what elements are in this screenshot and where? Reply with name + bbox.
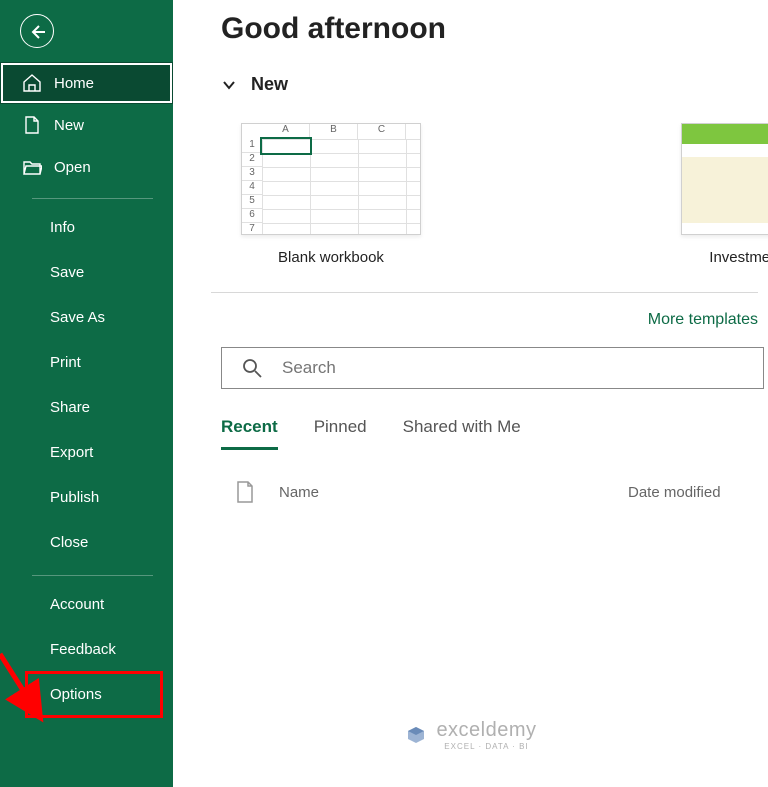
search-icon <box>242 358 262 378</box>
sidebar-item-label: Home <box>54 75 94 92</box>
tab-shared-with-me[interactable]: Shared with Me <box>403 417 521 450</box>
file-tabs: Recent Pinned Shared with Me <box>221 417 768 450</box>
home-icon <box>22 73 42 93</box>
sidebar-item-close[interactable]: Close <box>0 520 173 565</box>
watermark: exceldemy EXCEL · DATA · BI <box>173 719 768 751</box>
template-label: Investment tracker <box>709 249 768 266</box>
new-section-title: New <box>251 74 288 95</box>
chevron-down-icon <box>221 77 237 93</box>
template-gallery: A B C 1 2 3 4 5 6 7 Blank workbook <box>241 123 768 266</box>
template-thumbnail: A B C 1 2 3 4 5 6 7 <box>241 123 421 235</box>
document-icon <box>235 480 255 504</box>
new-section-header[interactable]: New <box>221 74 768 95</box>
sidebar-item-new[interactable]: New <box>0 104 173 146</box>
sidebar-item-save-as[interactable]: Save As <box>0 295 173 340</box>
sidebar-divider <box>32 198 153 199</box>
greeting-title: Good afternoon <box>221 12 768 46</box>
template-investment-tracker[interactable]: Investment tracker <box>681 123 768 266</box>
backstage-sidebar: Home New Open Info Save Save As Print Sh… <box>0 0 173 787</box>
sidebar-item-label: New <box>54 117 84 134</box>
folder-icon <box>22 157 42 177</box>
back-button[interactable] <box>20 14 54 48</box>
column-name[interactable]: Name <box>279 484 628 501</box>
tab-recent[interactable]: Recent <box>221 417 278 450</box>
template-label: Blank workbook <box>278 249 384 266</box>
sidebar-item-info[interactable]: Info <box>0 205 173 250</box>
sidebar-item-feedback[interactable]: Feedback <box>0 627 173 672</box>
column-date-modified[interactable]: Date modified <box>628 484 768 501</box>
sidebar-divider <box>32 575 153 576</box>
sidebar-item-print[interactable]: Print <box>0 340 173 385</box>
sidebar-item-export[interactable]: Export <box>0 430 173 475</box>
back-arrow-icon <box>28 22 46 40</box>
sidebar-item-open[interactable]: Open <box>0 146 173 188</box>
search-input[interactable] <box>282 358 763 378</box>
sidebar-item-options[interactable]: Options <box>26 672 162 717</box>
sidebar-item-label: Open <box>54 159 91 176</box>
sidebar-item-save[interactable]: Save <box>0 250 173 295</box>
tab-pinned[interactable]: Pinned <box>314 417 367 450</box>
sidebar-item-home[interactable]: Home <box>0 62 173 104</box>
sidebar-item-publish[interactable]: Publish <box>0 475 173 520</box>
template-blank-workbook[interactable]: A B C 1 2 3 4 5 6 7 Blank workbook <box>241 123 421 266</box>
section-divider <box>211 292 758 293</box>
sidebar-item-account[interactable]: Account <box>0 582 173 627</box>
file-list-header: Name Date modified <box>221 480 768 504</box>
sidebar-item-share[interactable]: Share <box>0 385 173 430</box>
main-content: Good afternoon New A B C 1 2 3 4 5 <box>173 0 768 787</box>
file-icon <box>22 115 42 135</box>
more-templates-link[interactable]: More templates <box>221 311 768 329</box>
template-thumbnail <box>681 123 768 235</box>
watermark-logo-icon <box>404 723 428 747</box>
search-box[interactable] <box>221 347 764 389</box>
